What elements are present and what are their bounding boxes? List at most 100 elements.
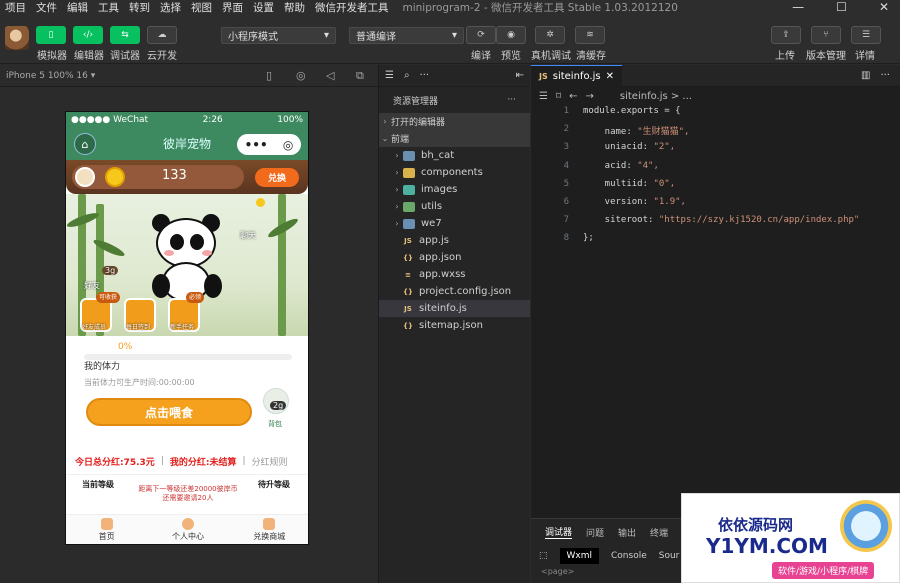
tab-problems[interactable]: 问题 — [586, 526, 604, 539]
search-icon[interactable]: ⌕ — [404, 70, 410, 81]
menu-item-select[interactable]: 选择 — [155, 0, 186, 15]
code-line[interactable]: module.exports = { — [583, 106, 681, 116]
file-item[interactable]: {} app.json — [379, 249, 530, 266]
compile-mode-value: 普通编译 — [356, 32, 396, 43]
capsule-menu[interactable]: ••• ◎ — [237, 134, 301, 155]
tab-wxml[interactable]: Wxml — [559, 548, 600, 564]
popout-icon[interactable]: ⧉ — [356, 69, 364, 83]
more-icon[interactable]: ··· — [507, 95, 516, 105]
folder-item[interactable]: › images — [379, 181, 530, 198]
tab-output[interactable]: 输出 — [618, 526, 636, 539]
tab-store[interactable]: 兑换商城 — [229, 515, 308, 544]
code-line[interactable]: multiid: "0", — [583, 179, 675, 189]
bonus-rule-link[interactable]: 分红规则 — [252, 455, 288, 468]
more-icon[interactable]: ••• — [245, 138, 268, 152]
coin-count: 133 — [162, 168, 187, 183]
menu-item-project[interactable]: 项目 — [0, 0, 31, 15]
cloud-dev-button[interactable]: ☁ — [147, 26, 177, 44]
list-icon[interactable]: ☰ — [539, 91, 548, 102]
menu-item-tools[interactable]: 工具 — [93, 0, 124, 15]
device-select[interactable]: iPhone 5 100% 16 ▾ — [6, 71, 95, 81]
file-item[interactable]: ≡ app.wxss — [379, 266, 530, 283]
tab-home[interactable]: 首页 — [66, 515, 147, 544]
bag-caption[interactable]: 背包 — [268, 419, 282, 429]
coin-bubble-icon[interactable] — [256, 198, 265, 207]
breadcrumb-path[interactable]: siteinfo.js > ... — [620, 91, 692, 102]
menu-item-interface[interactable]: 界面 — [217, 0, 248, 15]
open-editors-section[interactable]: › 打开的编辑器 — [379, 113, 530, 130]
folder-item[interactable]: › components — [379, 164, 530, 181]
tab-terminal[interactable]: 终端 — [650, 526, 668, 539]
carrier-text: ●●●●● WeChat — [71, 114, 149, 125]
code-line[interactable]: version: "1.9", — [583, 197, 686, 207]
volume-icon[interactable]: ◁ — [326, 69, 334, 82]
menu-item-view[interactable]: 视图 — [186, 0, 217, 15]
file-item[interactable]: {} project.config.json — [379, 283, 530, 300]
user-avatar[interactable] — [5, 26, 29, 50]
tab-sources[interactable]: Sour — [659, 551, 680, 561]
files-icon[interactable]: ☰ — [385, 70, 394, 81]
menu-item-goto[interactable]: 转到 — [124, 0, 155, 15]
feed-button[interactable]: 点击喂食 — [86, 398, 252, 426]
compile-button[interactable]: ⟳ — [466, 26, 496, 44]
file-item[interactable]: {} sitemap.json — [379, 317, 530, 334]
tab-console[interactable]: Console — [611, 551, 647, 561]
more-icon[interactable]: ··· — [880, 70, 890, 81]
back-arrow-icon[interactable]: ← — [569, 91, 577, 102]
home-icon[interactable]: ⌂ — [74, 133, 96, 155]
close-button[interactable]: ✕ — [874, 0, 894, 14]
forward-arrow-icon[interactable]: → — [586, 91, 594, 102]
menu-item-devtools[interactable]: 微信开发者工具 — [310, 0, 394, 15]
simulator-toggle-button[interactable]: ▯ — [36, 26, 66, 44]
folder-item[interactable]: › utils — [379, 198, 530, 215]
menu-item-settings[interactable]: 设置 — [248, 0, 279, 15]
my-bonus-text: 我的分红:未结算 — [169, 457, 237, 468]
preview-button[interactable]: ◉ — [496, 26, 526, 44]
code-line[interactable]: uniacid: "2", — [583, 142, 675, 152]
code-line[interactable]: name: "生财猫猫", — [583, 124, 690, 137]
phone-icon[interactable]: ▯ — [266, 69, 272, 82]
more-icon[interactable]: ··· — [420, 70, 430, 81]
collapse-panel-icon[interactable]: ⇤ — [516, 70, 524, 81]
folder-item[interactable]: › bh_cat — [379, 147, 530, 164]
folder-item[interactable]: › we7 — [379, 215, 530, 232]
split-editor-icon[interactable]: ▥ — [861, 70, 870, 81]
code-line[interactable]: siteroot: "https://szy.kj1520.cn/app/ind… — [583, 215, 860, 225]
minimize-button[interactable]: — — [787, 0, 809, 14]
clear-cache-button[interactable]: ≋ — [575, 26, 605, 44]
bookmark-icon[interactable]: ⌑ — [556, 91, 561, 102]
debugger-toggle-button[interactable]: ⇆ — [110, 26, 140, 44]
real-device-debug-button[interactable]: ✲ — [535, 26, 565, 44]
mode-select[interactable]: 小程序模式 ▾ — [221, 27, 336, 44]
menu-item-file[interactable]: 文件 — [31, 0, 62, 15]
editor-tab-siteinfo[interactable]: JS siteinfo.js ✕ — [531, 64, 622, 87]
file-item[interactable]: JS app.js — [379, 232, 530, 249]
menu-item-edit[interactable]: 编辑 — [62, 0, 93, 15]
file-icon: ≡ — [405, 270, 411, 279]
tab-profile[interactable]: 个人中心 — [147, 515, 228, 544]
tree-item-label: bh_cat — [421, 150, 455, 161]
close-mini-icon[interactable]: ◎ — [283, 138, 293, 152]
exchange-button[interactable]: 兑换 — [255, 168, 299, 187]
code-line[interactable]: }; — [583, 233, 594, 243]
close-tab-icon[interactable]: ✕ — [606, 71, 614, 82]
project-section[interactable]: ⌄ 前端 — [379, 130, 530, 147]
editor-toggle-button[interactable]: ‹/› — [73, 26, 103, 44]
upload-button[interactable]: ⇪ — [771, 26, 801, 44]
version-manage-button[interactable]: ⑂ — [811, 26, 841, 44]
compile-mode-select[interactable]: 普通编译 ▾ — [349, 27, 464, 44]
window-title: miniprogram-2 - 微信开发者工具 Stable 1.03.2012… — [402, 1, 678, 14]
inspect-icon[interactable]: ⬚ — [539, 551, 548, 561]
details-button[interactable]: ☰ — [851, 26, 881, 44]
maximize-button[interactable]: ☐ — [831, 0, 852, 14]
menu-item-help[interactable]: 帮助 — [279, 0, 310, 15]
tab-store-label: 兑换商城 — [253, 532, 286, 541]
panda-pet[interactable] — [150, 214, 222, 304]
record-icon[interactable]: ◎ — [296, 69, 306, 82]
tab-debugger[interactable]: 调试器 — [545, 525, 573, 539]
file-item[interactable]: JS siteinfo.js — [379, 300, 530, 317]
user-avatar-small[interactable] — [75, 167, 95, 187]
clock-text: 2:26 — [202, 114, 223, 125]
code-string: "1.9", — [653, 197, 686, 207]
code-line[interactable]: acid: "4", — [583, 161, 659, 171]
